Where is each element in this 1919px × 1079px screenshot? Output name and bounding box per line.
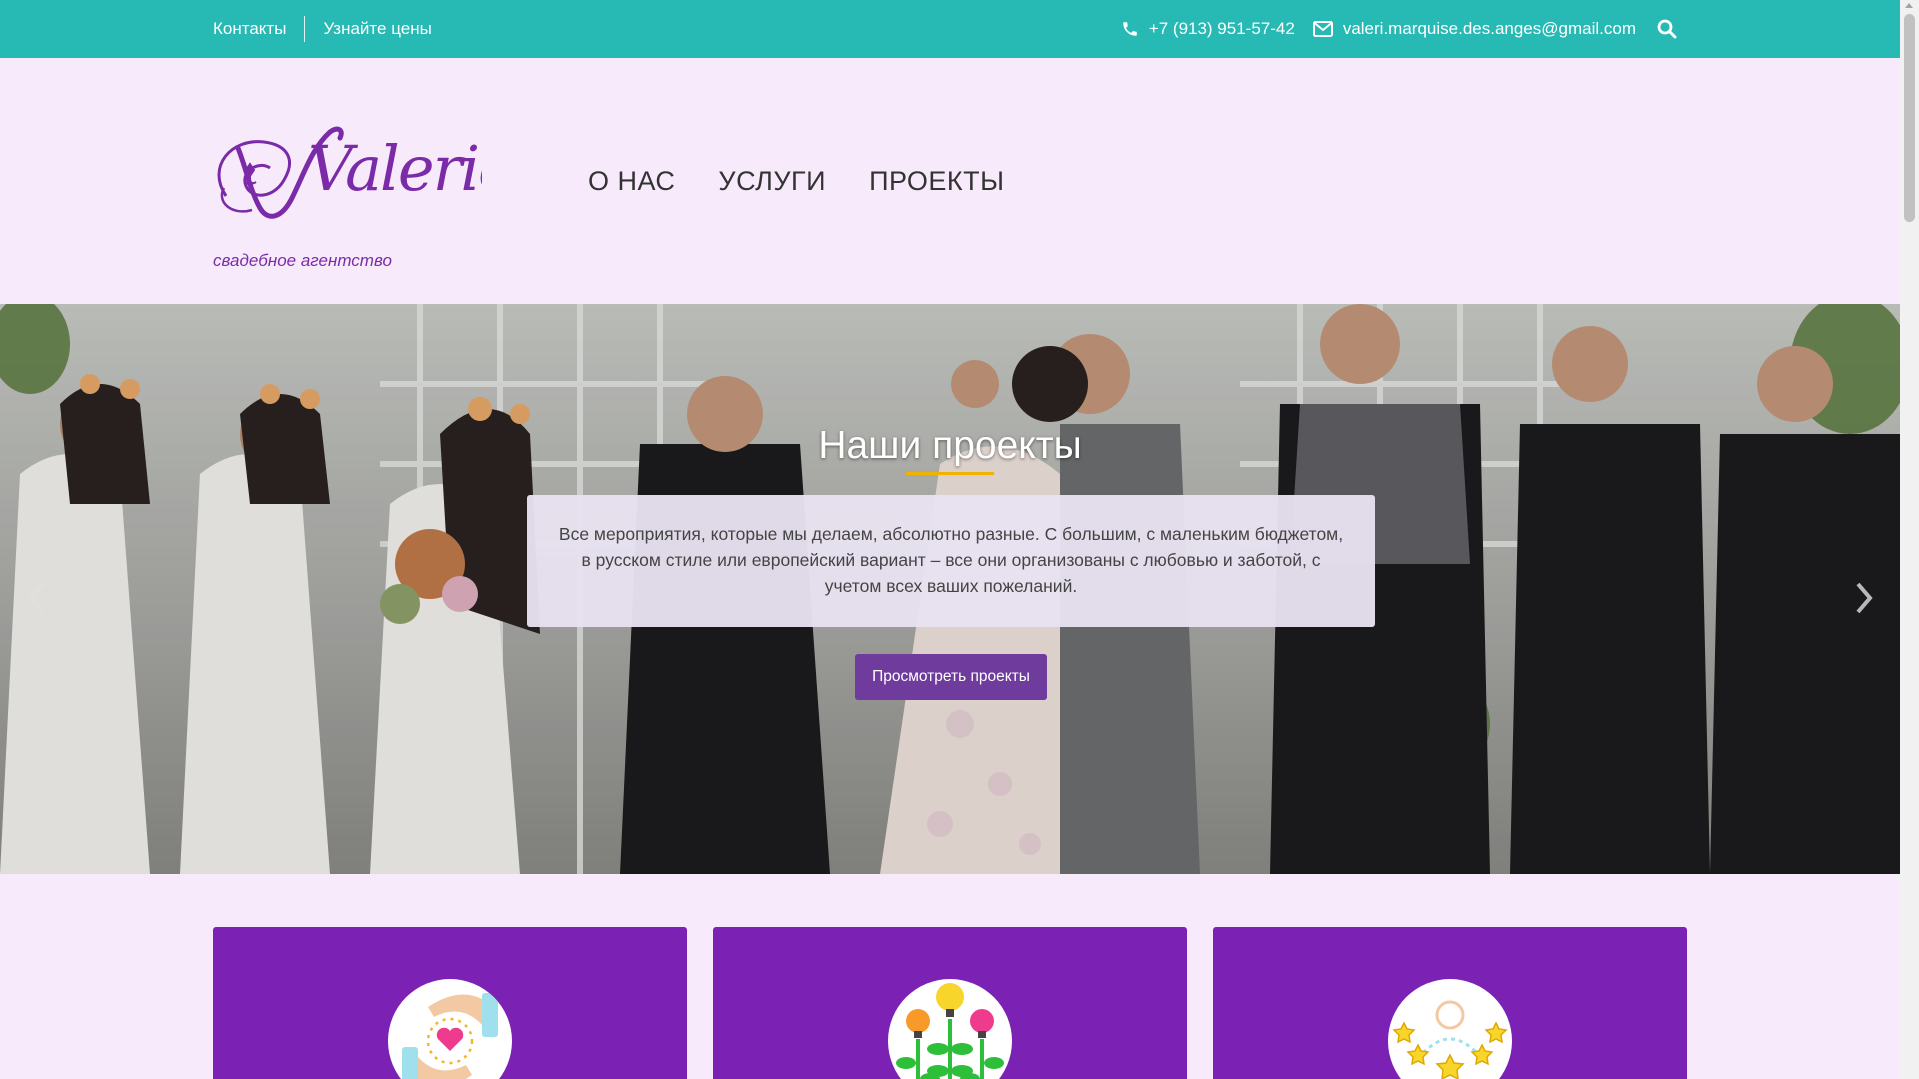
logo-tagline: свадебное агентство [213,251,392,270]
view-projects-button[interactable]: Просмотреть проекты [855,654,1047,700]
envelope-icon [1312,21,1333,37]
title-underline [906,472,994,475]
divider [304,16,306,42]
chevron-right-icon[interactable] [1854,580,1876,616]
nav-projects[interactable]: ПРОЕКТЫ [869,166,1004,197]
svg-text:Valerie: Valerie [308,132,482,205]
hero-slider: Наши проекты Все мероприятия, которые мы… [0,304,1900,874]
prices-link[interactable]: Узнайте цены [323,19,431,39]
logo[interactable]: Valerie свадебное агентство [212,98,515,270]
top-bar-contacts: +7 (913) 951-57-42 valeri.marquise.des.a… [1103,0,1687,58]
chevron-left-icon[interactable] [25,580,47,616]
page-scrollbar[interactable] [1900,0,1919,1079]
contacts-link[interactable]: Контакты [213,19,286,39]
email-address: valeri.marquise.des.anges@gmail.com [1342,19,1636,38]
feature-card[interactable] [213,927,687,1079]
card-icon-circle [1388,979,1512,1079]
idea-plants-icon [896,983,1004,1079]
phone-contact[interactable]: +7 (913) 951-57-42 [1121,19,1295,39]
logo-mark: Valerie [217,126,515,219]
email-contact[interactable]: valeri.marquise.des.anges@gmail.com [1312,19,1636,39]
card-icon-circle [388,979,512,1079]
nav-about[interactable]: О НАС [588,166,675,197]
heart-hands-icon [402,993,498,1079]
top-bar-links: Контакты Узнайте цены [213,0,432,58]
site-header: Valerie свадебное агентство О НАС УСЛУГИ… [0,58,1900,304]
card-icon-circle [888,979,1012,1079]
phone-icon [1123,22,1137,36]
nav-services[interactable]: УСЛУГИ [718,166,826,197]
hero-description: Все мероприятия, которые мы делаем, абсо… [527,495,1375,627]
star-person-icon [1392,1000,1508,1079]
scrollbar-thumb[interactable] [1904,14,1915,222]
main-nav: О НАС УСЛУГИ ПРОЕКТЫ [588,166,1048,197]
search-button[interactable] [1657,19,1687,39]
scroll-up-arrow-icon[interactable] [1905,3,1913,8]
phone-number: +7 (913) 951-57-42 [1148,19,1295,38]
top-bar: Контакты Узнайте цены +7 (913) 951-57-42… [0,0,1900,58]
feature-card[interactable] [713,927,1187,1079]
search-icon [1657,19,1677,39]
feature-card[interactable] [1213,927,1687,1079]
hero-title: Наши проекты [818,424,1082,467]
